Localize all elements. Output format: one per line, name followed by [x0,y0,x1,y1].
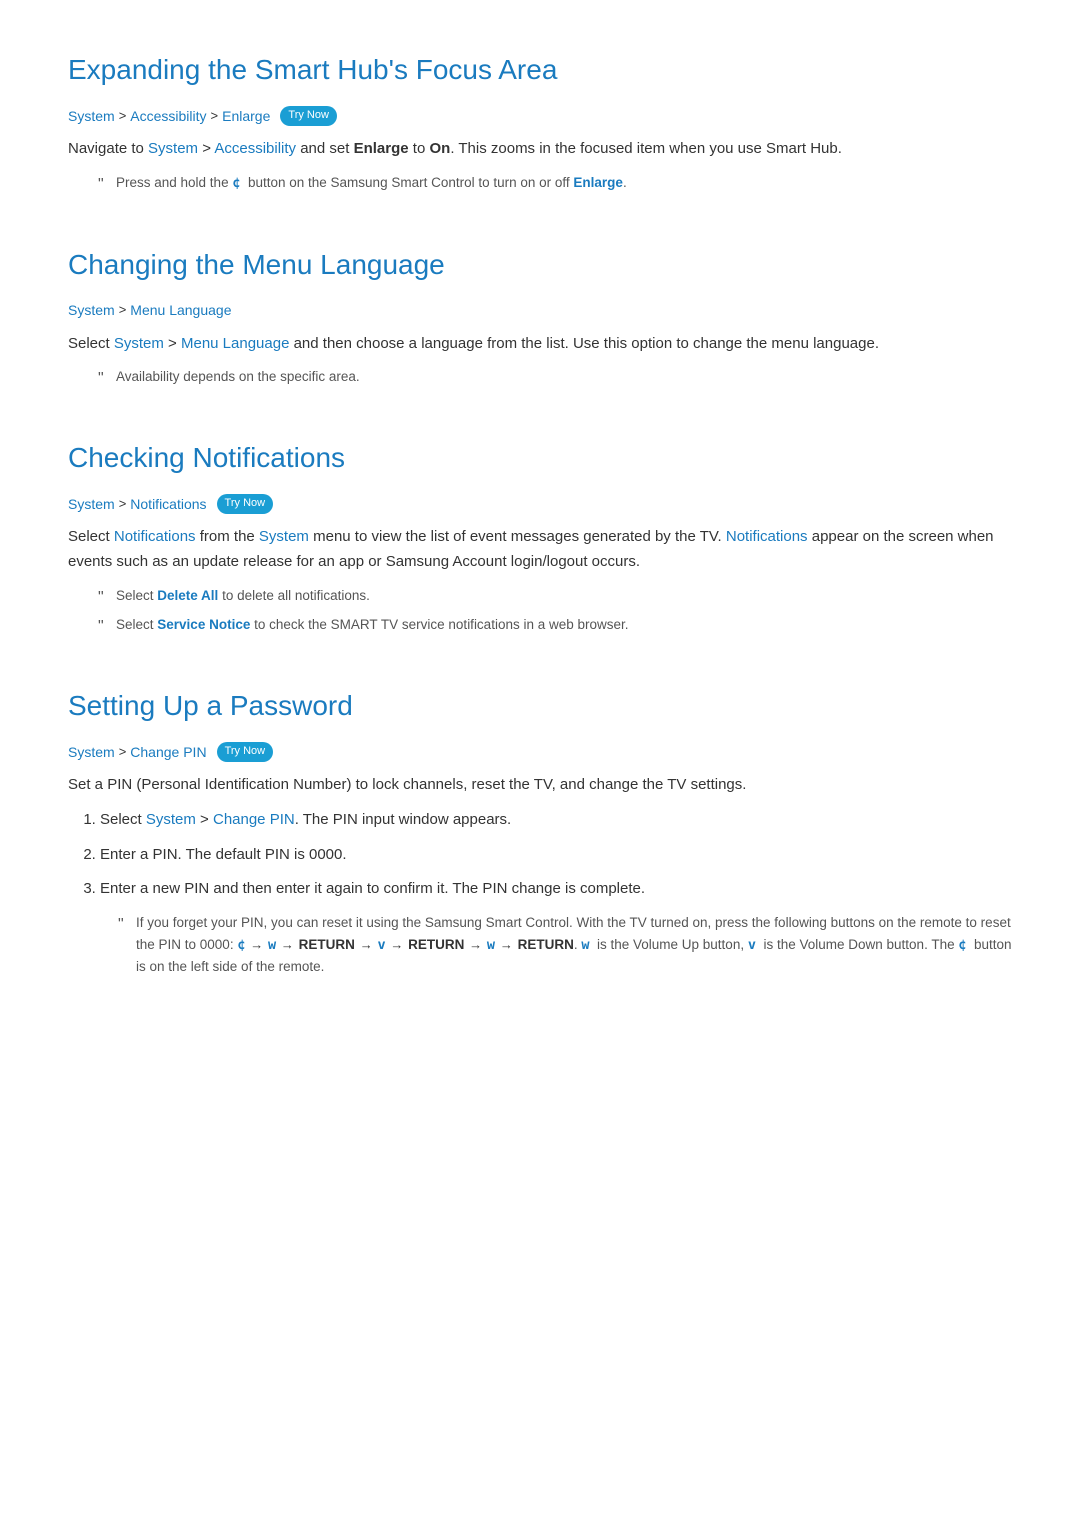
breadcrumb-notifications: System > Notifications Try Now [68,493,1012,515]
breadcrumb-expanding: System > Accessibility > Enlarge Try Now [68,105,1012,127]
note-notifications-2: Select Service Notice to check the SMART… [116,614,1012,636]
inline-accessibility: Accessibility [214,140,296,157]
chevron-icon-1: > [119,106,127,127]
try-now-badge-2[interactable]: Try Now [217,494,274,514]
section-title-expanding: Expanding the Smart Hub's Focus Area [68,48,1012,93]
section-title-language: Changing the Menu Language [68,243,1012,288]
body-text-notifications: Select Notifications from the System men… [68,525,1012,575]
breadcrumb-system-4: System [68,741,115,763]
breadcrumb-accessibility: Accessibility [130,105,206,127]
password-step-1: Select System > Change PIN. The PIN inpu… [100,808,1012,833]
inline-return-1: RETURN [299,937,355,952]
inline-return-3: RETURN [518,937,574,952]
breadcrumb-enlarge: Enlarge [222,105,270,127]
inline-change-pin-1: Change PIN [213,811,295,828]
breadcrumb-system-2: System [68,299,115,321]
breadcrumb-system-3: System [68,493,115,515]
breadcrumb-password: System > Change PIN Try Now [68,741,1012,763]
inline-delete-all: Delete All [157,588,218,603]
section-title-notifications: Checking Notifications [68,436,1012,481]
section-expanding-smart-hub: Expanding the Smart Hub's Focus Area Sys… [68,48,1012,195]
inline-v-1: v [377,937,385,953]
inline-c-2: ¢ [958,937,966,953]
inline-v-2: v [748,937,756,953]
breadcrumb-system-1: System [68,105,115,127]
inline-system-1: System [148,140,198,157]
breadcrumb-menu-language: Menu Language [130,299,231,321]
note-notifications-1: Select Delete All to delete all notifica… [116,585,1012,607]
note-expanding-1: Press and hold the ¢ button on the Samsu… [116,172,1012,195]
inline-system-3: System [259,528,309,545]
inline-enlarge-1: Enlarge [354,140,409,157]
breadcrumb-language: System > Menu Language [68,299,1012,321]
chevron-icon-3: > [119,300,127,321]
inline-enlarge-2: Enlarge [573,175,623,190]
arrow-6: → [500,937,513,952]
inline-w-1: w [268,937,276,953]
arrow-4: → [390,937,403,952]
arrow-5: → [469,937,482,952]
try-now-badge-1[interactable]: Try Now [280,106,337,126]
body-text-password: Set a PIN (Personal Identification Numbe… [68,773,1012,798]
section-notifications: Checking Notifications System > Notifica… [68,436,1012,636]
password-step-3: Enter a new PIN and then enter it again … [100,877,1012,902]
chevron-icon-4: > [119,494,127,515]
body-text-language: Select System > Menu Language and then c… [68,332,1012,357]
inline-system-2: System [114,335,164,352]
breadcrumb-notifications-link: Notifications [130,493,206,515]
inline-service-notice: Service Notice [157,617,250,632]
section-password: Setting Up a Password System > Change PI… [68,684,1012,978]
inline-w-2: w [487,937,495,953]
inline-on: On [429,140,450,157]
inline-c-button-1: ¢ [232,175,240,191]
note-password-1: If you forget your PIN, you can reset it… [136,912,1012,978]
inline-w-3: w [581,937,589,953]
arrow-1: → [250,937,263,952]
password-steps-list: Select System > Change PIN. The PIN inpu… [100,808,1012,902]
breadcrumb-change-pin: Change PIN [130,741,206,763]
inline-menu-language: Menu Language [181,335,289,352]
inline-c-1: ¢ [237,937,245,953]
arrow-3: → [360,937,373,952]
note-language-1: Availability depends on the specific are… [116,366,1012,388]
password-step-2: Enter a PIN. The default PIN is 0000. [100,843,1012,868]
section-title-password: Setting Up a Password [68,684,1012,729]
inline-system-5: System [146,811,196,828]
arrow-2: → [281,937,294,952]
section-changing-language: Changing the Menu Language System > Menu… [68,243,1012,389]
chevron-icon-5: > [119,742,127,763]
inline-notifications-2: Notifications [726,528,808,545]
try-now-badge-3[interactable]: Try Now [217,742,274,762]
body-text-expanding: Navigate to System > Accessibility and s… [68,137,1012,162]
chevron-icon-2: > [211,106,219,127]
inline-return-2: RETURN [408,937,464,952]
inline-notifications-1: Notifications [114,528,196,545]
